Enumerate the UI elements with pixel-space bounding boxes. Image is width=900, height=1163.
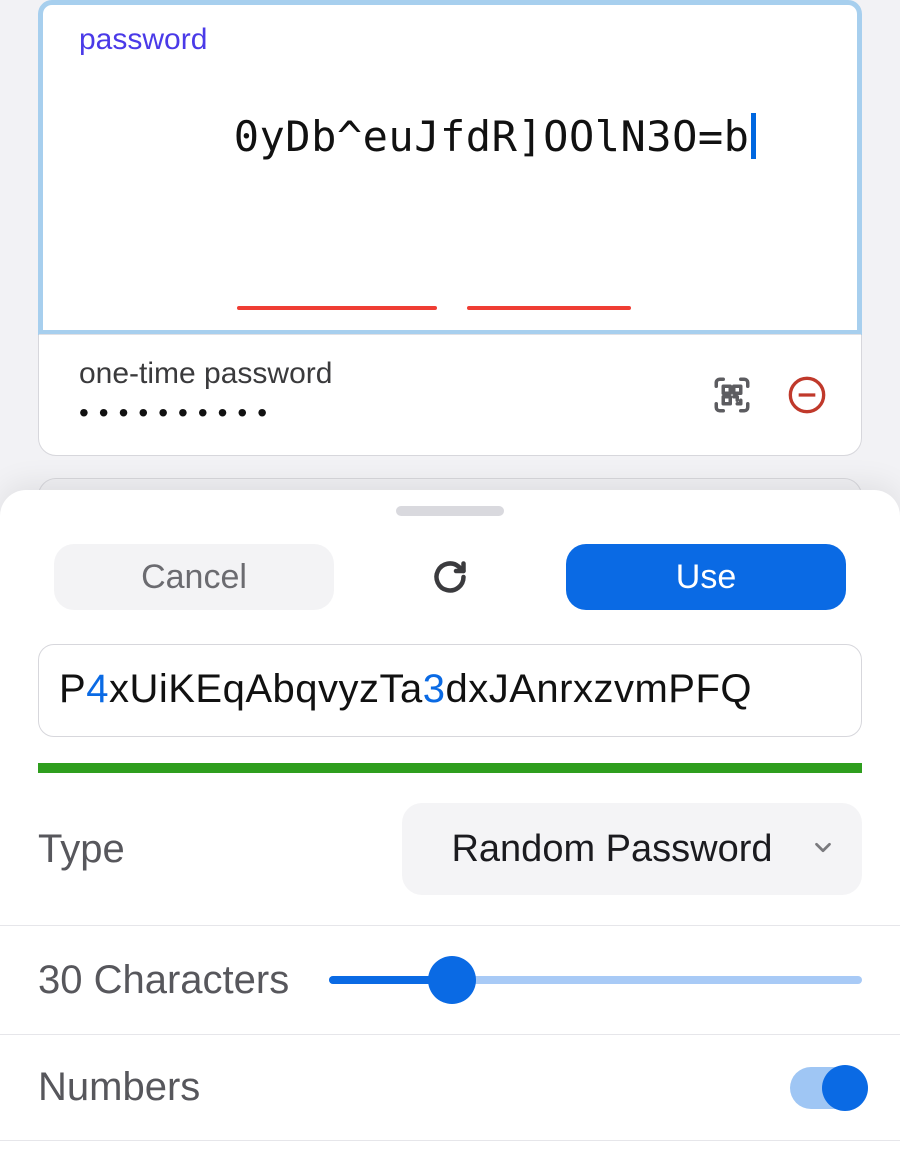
- type-row: Type Random Password: [0, 773, 900, 926]
- password-strength-bar: [38, 763, 862, 773]
- numbers-label: Numbers: [38, 1065, 200, 1110]
- password-field[interactable]: password 0yDb^euJfdR]OOlN3O=b: [38, 0, 862, 335]
- remove-icon[interactable]: [783, 371, 831, 419]
- length-slider[interactable]: [329, 956, 862, 1004]
- credentials-card: password 0yDb^euJfdR]OOlN3O=b one-time p…: [38, 0, 862, 456]
- type-label: Type: [38, 827, 125, 872]
- otp-field[interactable]: one-time password ••••••••••: [39, 334, 861, 455]
- spellcheck-underline: [467, 306, 631, 310]
- numbers-row: Numbers: [0, 1035, 900, 1141]
- length-row: 30 Characters: [0, 926, 900, 1035]
- spellcheck-underline: [237, 306, 437, 310]
- type-select[interactable]: Random Password: [402, 803, 862, 895]
- numbers-toggle[interactable]: [790, 1067, 862, 1109]
- chevron-down-icon: [810, 828, 836, 871]
- password-value[interactable]: 0yDb^euJfdR]OOlN3O=b: [79, 63, 756, 308]
- use-button[interactable]: Use: [566, 544, 846, 610]
- password-generator-sheet: Cancel Use P4xUiKEqAbqvyzTa3dxJAnrxzvmPF…: [0, 490, 900, 1163]
- slider-thumb[interactable]: [428, 956, 476, 1004]
- qr-scan-icon[interactable]: [707, 370, 757, 420]
- type-value: Random Password: [451, 828, 772, 871]
- sheet-grabber[interactable]: [396, 506, 504, 516]
- toggle-knob: [822, 1065, 868, 1111]
- regenerate-button[interactable]: [358, 544, 542, 610]
- generator-toolbar: Cancel Use: [0, 544, 900, 610]
- cancel-button[interactable]: Cancel: [54, 544, 334, 610]
- slider-track: [329, 976, 862, 984]
- text-cursor: [751, 113, 756, 159]
- password-label: password: [79, 23, 821, 57]
- generated-password-display[interactable]: P4xUiKEqAbqvyzTa3dxJAnrxzvmPFQ: [38, 644, 862, 737]
- length-label: 30 Characters: [38, 958, 289, 1003]
- otp-actions: [707, 370, 831, 420]
- refresh-icon: [432, 559, 468, 595]
